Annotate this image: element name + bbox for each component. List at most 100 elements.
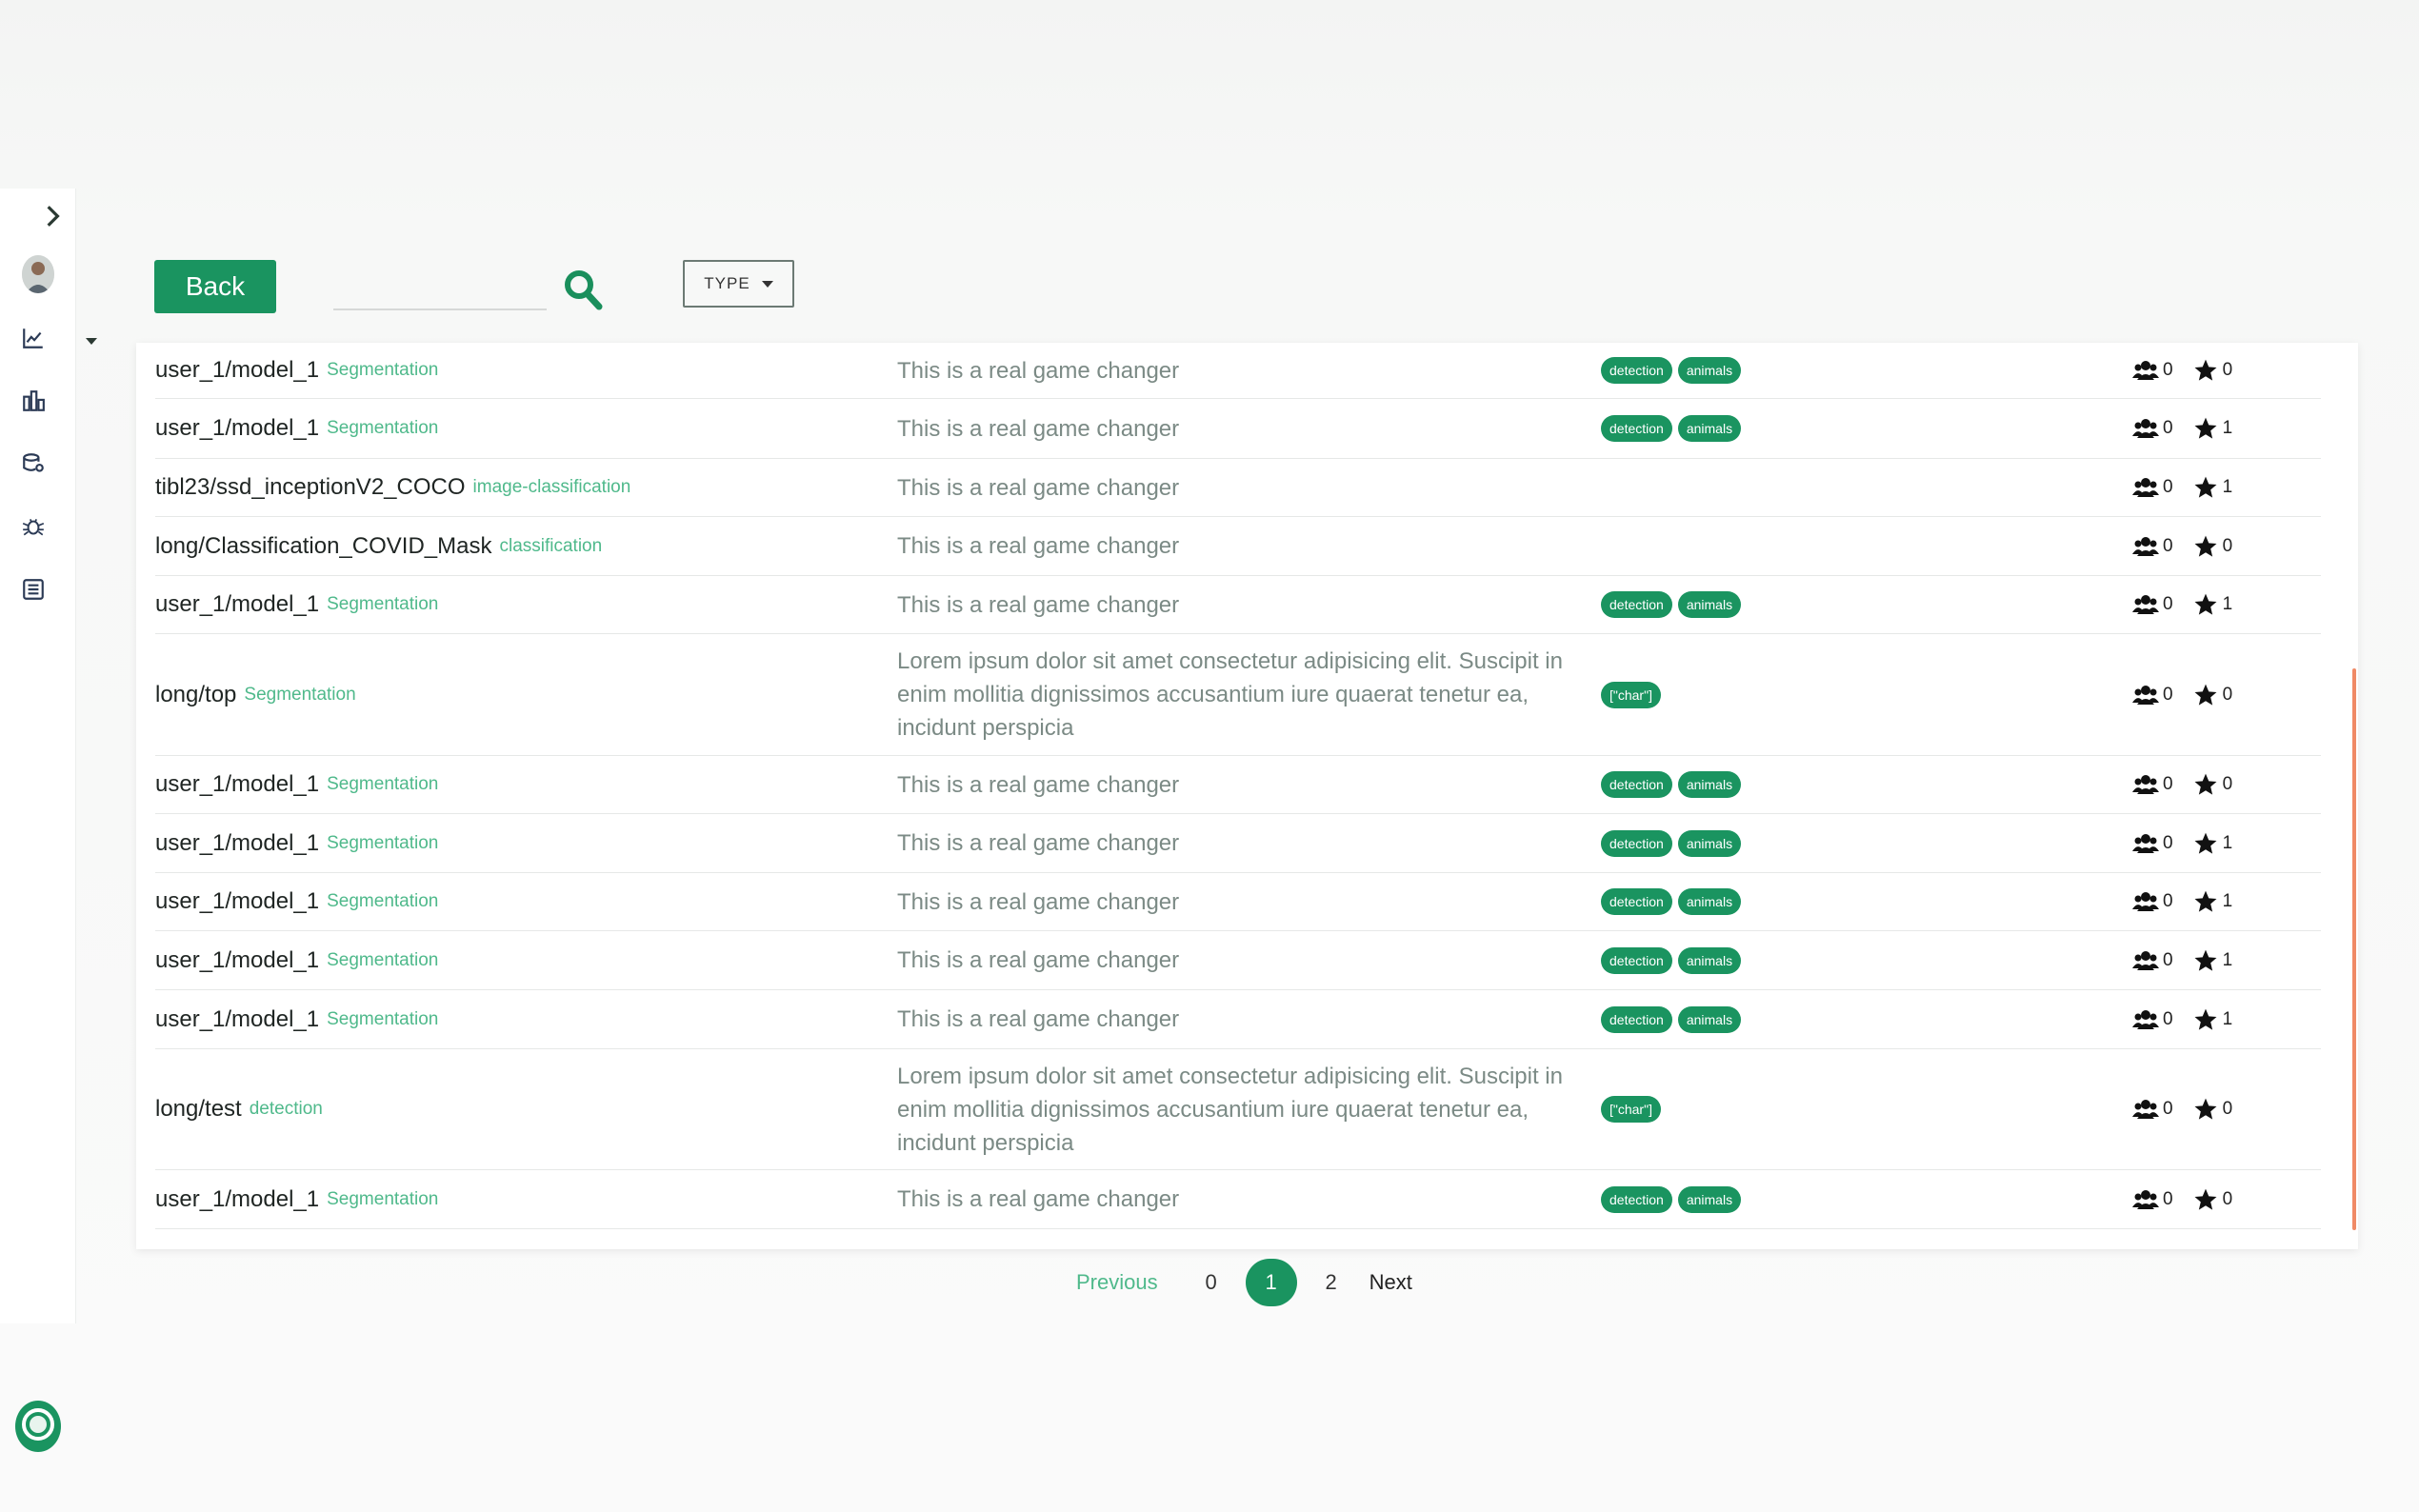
tag-badge[interactable]: detection bbox=[1601, 415, 1672, 442]
tag-badge[interactable]: detection bbox=[1601, 1185, 1672, 1213]
tag-badge[interactable]: animals bbox=[1677, 888, 1742, 915]
model-name[interactable]: user_1/model_1 bbox=[155, 357, 319, 384]
table-row[interactable]: user_1/model_1 Segmentation This is a re… bbox=[155, 756, 2321, 814]
stars-stat[interactable]: 1 bbox=[2192, 592, 2232, 617]
stars-stat[interactable]: 0 bbox=[2192, 358, 2232, 383]
model-name-cell[interactable]: user_1/model_1 Segmentation bbox=[155, 399, 879, 458]
model-name[interactable]: tibl23/ssd_inceptionV2_COCO bbox=[155, 474, 466, 501]
table-row[interactable]: long/Classification_COVID_Mask classific… bbox=[155, 517, 2321, 576]
pagination-page-active[interactable]: 1 bbox=[1245, 1259, 1297, 1306]
table-row[interactable]: user_1/model_1 Segmentation This is a re… bbox=[155, 873, 2321, 931]
stars-stat[interactable]: 0 bbox=[2192, 683, 2232, 707]
tag-badge[interactable]: detection bbox=[1601, 829, 1672, 857]
model-name[interactable]: user_1/model_1 bbox=[155, 591, 319, 618]
stars-stat[interactable]: 0 bbox=[2192, 772, 2232, 797]
scrollbar[interactable] bbox=[2350, 343, 2358, 1249]
star-icon[interactable] bbox=[2192, 683, 2219, 707]
table-row[interactable]: long/test detection Lorem ipsum dolor si… bbox=[155, 1049, 2321, 1170]
table-row[interactable]: user_1/model_1 Segmentation This is a re… bbox=[155, 576, 2321, 634]
brand-logo[interactable] bbox=[13, 1398, 63, 1453]
pagination-page[interactable]: 0 bbox=[1187, 1270, 1236, 1295]
tag-badge[interactable]: animals bbox=[1677, 771, 1742, 798]
table-row[interactable]: user_1/model_1 Segmentation This is a re… bbox=[155, 931, 2321, 990]
model-name[interactable]: user_1/model_1 bbox=[155, 888, 319, 915]
star-icon[interactable] bbox=[2192, 889, 2219, 914]
model-name[interactable]: long/test bbox=[155, 1096, 242, 1123]
stars-stat[interactable]: 1 bbox=[2192, 831, 2232, 856]
star-icon[interactable] bbox=[2192, 416, 2219, 441]
star-icon[interactable] bbox=[2192, 358, 2219, 383]
model-name-cell[interactable]: user_1/model_1 Segmentation bbox=[155, 814, 879, 872]
database-gear-icon[interactable] bbox=[17, 448, 50, 480]
model-name-cell[interactable]: user_1/model_1 Segmentation bbox=[155, 1170, 879, 1228]
table-row[interactable]: long/top Segmentation Lorem ipsum dolor … bbox=[155, 634, 2321, 756]
model-name-cell[interactable]: user_1/model_1 Segmentation bbox=[155, 873, 879, 930]
search-input[interactable] bbox=[333, 272, 547, 310]
tag-badge[interactable]: animals bbox=[1677, 1005, 1742, 1033]
scrollbar-thumb[interactable] bbox=[2352, 668, 2356, 1230]
star-icon[interactable] bbox=[2192, 592, 2219, 617]
tag-badge[interactable]: detection bbox=[1601, 888, 1672, 915]
tag-badge[interactable]: animals bbox=[1677, 946, 1742, 974]
stars-stat[interactable]: 1 bbox=[2192, 948, 2232, 973]
star-icon[interactable] bbox=[2192, 534, 2219, 559]
stars-stat[interactable]: 0 bbox=[2192, 1187, 2232, 1212]
pagination-previous[interactable]: Previous bbox=[1076, 1270, 1158, 1295]
model-name[interactable]: user_1/model_1 bbox=[155, 1186, 319, 1213]
chart-line-icon[interactable] bbox=[17, 322, 50, 354]
model-name-cell[interactable]: user_1/model_1 Segmentation bbox=[155, 990, 879, 1048]
star-icon[interactable] bbox=[2192, 831, 2219, 856]
tag-badge[interactable]: ["char"] bbox=[1601, 681, 1661, 708]
table-row[interactable]: user_1/model_1 Segmentation This is a re… bbox=[155, 343, 2321, 399]
model-name-cell[interactable]: tibl23/ssd_inceptionV2_COCO image-classi… bbox=[155, 459, 879, 516]
table-row[interactable]: user_1/model_1 Segmentation This is a re… bbox=[155, 399, 2321, 459]
model-name[interactable]: user_1/model_1 bbox=[155, 415, 319, 442]
model-name-cell[interactable]: user_1/model_1 Segmentation bbox=[155, 343, 879, 398]
type-dropdown[interactable]: TYPE bbox=[683, 260, 794, 308]
stars-stat[interactable]: 0 bbox=[2192, 534, 2232, 559]
tag-badge[interactable]: ["char"] bbox=[1601, 1096, 1661, 1123]
tag-badge[interactable]: animals bbox=[1677, 829, 1742, 857]
model-name[interactable]: user_1/model_1 bbox=[155, 771, 319, 798]
tag-badge[interactable]: animals bbox=[1677, 591, 1742, 618]
table-row[interactable]: user_1/model_1 Segmentation This is a re… bbox=[155, 1170, 2321, 1229]
tag-badge[interactable]: animals bbox=[1677, 357, 1742, 384]
tag-badge[interactable]: detection bbox=[1601, 946, 1672, 974]
model-name-cell[interactable]: long/top Segmentation bbox=[155, 634, 879, 755]
stars-stat[interactable]: 0 bbox=[2192, 1097, 2232, 1122]
stars-stat[interactable]: 1 bbox=[2192, 416, 2232, 441]
star-icon[interactable] bbox=[2192, 1187, 2219, 1212]
table-row[interactable]: user_1/model_1 Segmentation This is a re… bbox=[155, 990, 2321, 1049]
star-icon[interactable] bbox=[2192, 1097, 2219, 1122]
tag-badge[interactable]: detection bbox=[1601, 591, 1672, 618]
model-name-cell[interactable]: long/test detection bbox=[155, 1049, 879, 1169]
tag-badge[interactable]: detection bbox=[1601, 1005, 1672, 1033]
model-name-cell[interactable]: user_1/model_1 Segmentation bbox=[155, 931, 879, 989]
tag-badge[interactable]: animals bbox=[1677, 1185, 1742, 1213]
model-name-cell[interactable]: long/Classification_COVID_Mask classific… bbox=[155, 517, 879, 575]
chevron-right-icon[interactable] bbox=[36, 200, 69, 232]
model-name[interactable]: user_1/model_1 bbox=[155, 830, 319, 857]
back-button[interactable]: Back bbox=[154, 260, 276, 313]
list-icon[interactable] bbox=[17, 573, 50, 606]
model-name[interactable]: user_1/model_1 bbox=[155, 1006, 319, 1033]
star-icon[interactable] bbox=[2192, 772, 2219, 797]
model-name[interactable]: user_1/model_1 bbox=[155, 947, 319, 974]
model-name-cell[interactable]: user_1/model_1 Segmentation bbox=[155, 576, 879, 633]
avatar[interactable] bbox=[22, 255, 54, 293]
model-name-cell[interactable]: user_1/model_1 Segmentation bbox=[155, 756, 879, 813]
bar-chart-icon[interactable] bbox=[17, 385, 50, 417]
table-row[interactable]: user_1/model_1 Segmentation This is a re… bbox=[155, 814, 2321, 873]
tag-badge[interactable]: detection bbox=[1601, 357, 1672, 384]
model-name[interactable]: long/top bbox=[155, 682, 236, 708]
stars-stat[interactable]: 1 bbox=[2192, 475, 2232, 500]
pagination-page[interactable]: 2 bbox=[1307, 1270, 1356, 1295]
tag-badge[interactable]: detection bbox=[1601, 771, 1672, 798]
bug-icon[interactable] bbox=[17, 510, 50, 543]
stars-stat[interactable]: 1 bbox=[2192, 1007, 2232, 1032]
caret-down-icon[interactable] bbox=[84, 333, 99, 348]
search-icon[interactable] bbox=[562, 267, 604, 312]
tag-badge[interactable]: animals bbox=[1677, 415, 1742, 442]
star-icon[interactable] bbox=[2192, 475, 2219, 500]
star-icon[interactable] bbox=[2192, 948, 2219, 973]
